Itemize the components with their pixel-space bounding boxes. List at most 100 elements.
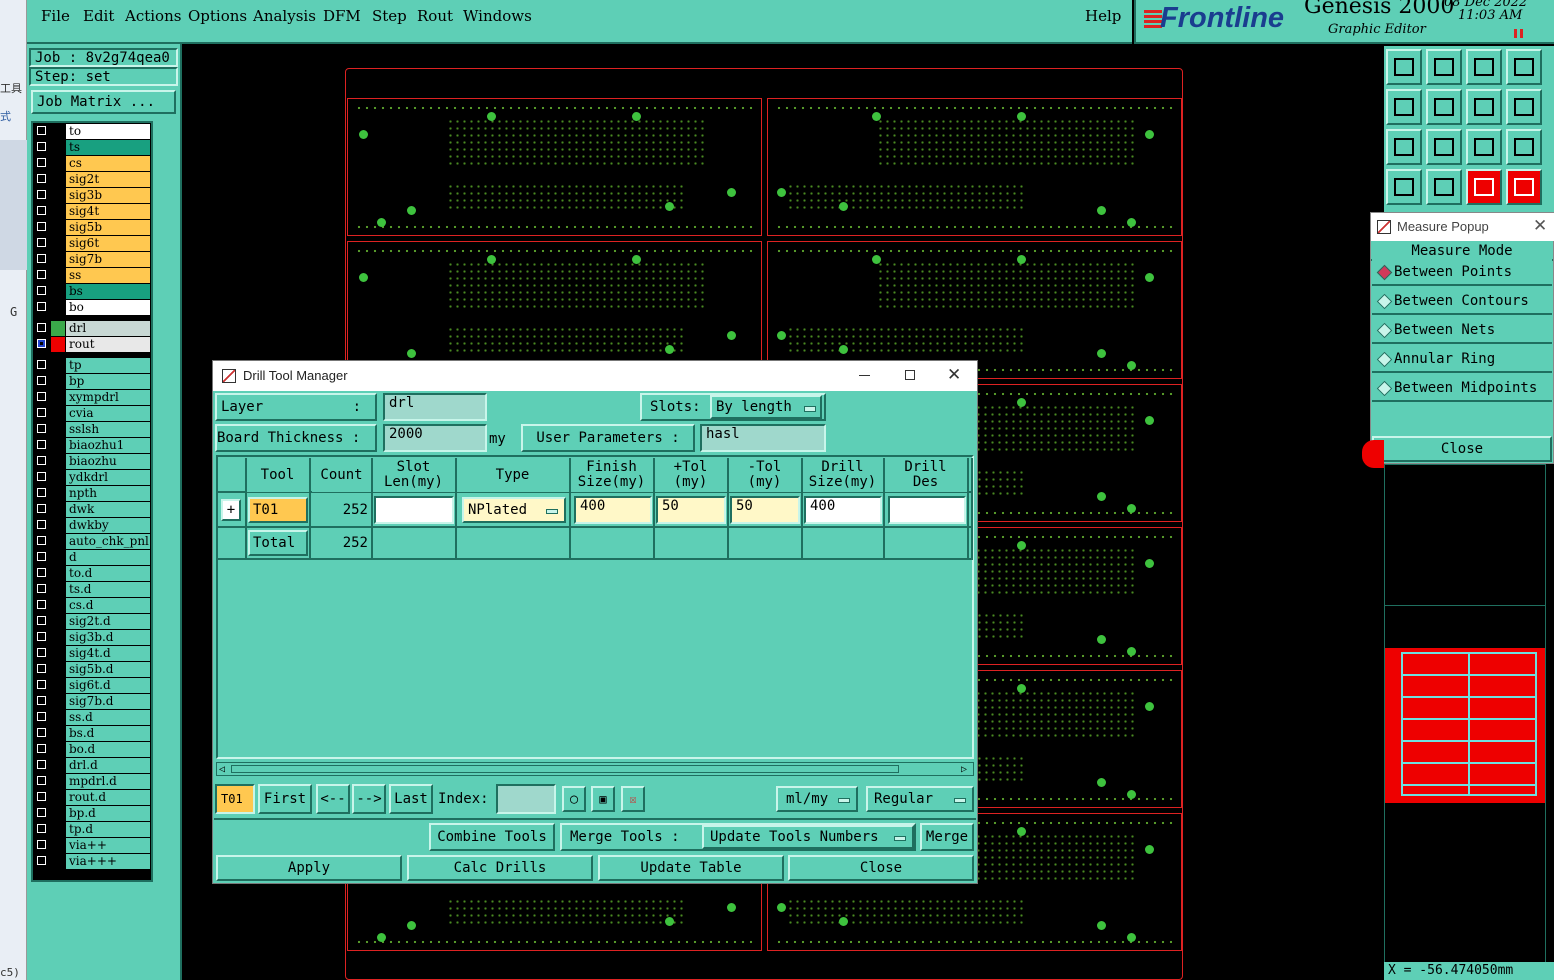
close-icon[interactable]: ✕ [947, 365, 961, 385]
layer-row[interactable]: tp [34, 358, 150, 373]
layer-checkbox[interactable] [37, 323, 46, 332]
layer-row[interactable]: sig3b.d [34, 630, 150, 645]
layer-row[interactable]: sig5b.d [34, 662, 150, 677]
layer-checkbox[interactable] [37, 206, 46, 215]
calc-drills-button[interactable]: Calc Drills [407, 855, 593, 881]
layer-checkbox[interactable] [37, 584, 46, 593]
layer-checkbox[interactable] [37, 302, 46, 311]
scroll-thumb[interactable] [231, 765, 899, 773]
layer-checkbox[interactable] [37, 568, 46, 577]
menu-file[interactable]: File [41, 7, 70, 25]
menu-analysis[interactable]: Analysis [253, 7, 316, 25]
tools-icon[interactable] [1386, 169, 1422, 205]
layer-row[interactable]: rout.d [34, 790, 150, 805]
layer-row[interactable]: sig7b [34, 252, 150, 267]
combine-tools-button[interactable]: Combine Tools [429, 823, 555, 851]
layer-row[interactable]: bp [34, 374, 150, 389]
layer-checkbox[interactable] [37, 632, 46, 641]
layer-row[interactable]: biaozhu [34, 454, 150, 469]
layer-row[interactable]: dwk [34, 502, 150, 517]
prev-button[interactable]: <-- [316, 784, 350, 814]
layer-checkbox[interactable] [37, 552, 46, 561]
layer-row[interactable]: bp.d [34, 806, 150, 821]
layer-field[interactable]: drl [383, 393, 487, 421]
layer-row[interactable]: sig2t [34, 172, 150, 187]
layer-checkbox[interactable] [37, 648, 46, 657]
net-icon[interactable] [1466, 169, 1502, 205]
layer-checkbox[interactable] [37, 456, 46, 465]
layer-checkbox[interactable] [37, 339, 46, 348]
menu-rout[interactable]: Rout [417, 7, 453, 25]
layer-row[interactable]: drl.d [34, 758, 150, 773]
layer-checkbox[interactable] [37, 270, 46, 279]
measure-option[interactable]: Between Midpoints [1372, 375, 1552, 402]
layer-row[interactable]: xympdrl [34, 390, 150, 405]
layer-row[interactable]: sig6t [34, 236, 150, 251]
layer-checkbox[interactable] [37, 728, 46, 737]
house-icon[interactable] [1466, 49, 1502, 85]
update-numbers-dropdown[interactable]: Update Tools Numbers [702, 825, 914, 849]
layer-row[interactable]: bs.d [34, 726, 150, 741]
layer-row[interactable]: ss [34, 268, 150, 283]
layer-checkbox[interactable] [37, 824, 46, 833]
layer-checkbox[interactable] [37, 696, 46, 705]
layer-checkbox[interactable] [37, 254, 46, 263]
tool-cell[interactable]: T01 [248, 497, 308, 523]
measure-close-icon[interactable]: ✕ [1533, 216, 1547, 236]
slots-dropdown[interactable]: By length [710, 395, 822, 419]
job-matrix-button[interactable]: Job Matrix ... [31, 90, 176, 114]
layer-row[interactable]: rout [34, 337, 150, 352]
edit-icon[interactable]: ▣ [591, 786, 615, 812]
layer-checkbox[interactable] [37, 600, 46, 609]
layer-checkbox[interactable] [37, 376, 46, 385]
left-icon[interactable] [1386, 89, 1422, 125]
menu-edit[interactable]: Edit [83, 7, 114, 25]
fit-icon[interactable] [1386, 129, 1422, 165]
layer-checkbox[interactable] [37, 840, 46, 849]
layer-row[interactable]: sig4t [34, 204, 150, 219]
drill-des-cell[interactable] [888, 496, 966, 524]
units-dropdown[interactable]: ml/my [776, 786, 858, 812]
layer-row[interactable]: via+++ [34, 854, 150, 869]
user-parameters-field[interactable]: hasl [700, 424, 826, 452]
bulb-icon[interactable]: ◯ [562, 786, 586, 812]
measure-close-button[interactable]: Close [1372, 436, 1552, 462]
scale-icon[interactable] [1466, 129, 1502, 165]
merge-button[interactable]: Merge [920, 823, 974, 851]
right-icon[interactable] [1426, 89, 1462, 125]
layer-row[interactable]: biaozhu1 [34, 438, 150, 453]
measure-icon[interactable] [1426, 169, 1462, 205]
user-parameters-button[interactable]: User Parameters : [521, 424, 695, 452]
layer-checkbox[interactable] [37, 808, 46, 817]
layer-row[interactable]: ss.d [34, 710, 150, 725]
layer-checkbox[interactable] [37, 360, 46, 369]
layer-row[interactable]: bo.d [34, 742, 150, 757]
layer-row[interactable]: sig4t.d [34, 646, 150, 661]
layer-row[interactable]: bo [34, 300, 150, 315]
menu-help[interactable]: Help [1085, 7, 1121, 25]
drill-size-cell[interactable]: 400 [804, 496, 882, 524]
export-icon[interactable] [1426, 49, 1462, 85]
layer-row[interactable]: sig3b [34, 188, 150, 203]
layer-checkbox[interactable] [37, 174, 46, 183]
menu-dfm[interactable]: DFM [323, 7, 361, 25]
layer-checkbox[interactable] [37, 536, 46, 545]
plus-tol-cell[interactable]: 50 [656, 496, 726, 524]
home-icon[interactable] [1386, 49, 1422, 85]
layer-checkbox[interactable] [37, 440, 46, 449]
layer-checkbox[interactable] [37, 760, 46, 769]
layer-checkbox[interactable] [37, 520, 46, 529]
minimize-icon[interactable] [859, 375, 870, 376]
type-dropdown[interactable]: NPlated [462, 497, 566, 523]
layer-row[interactable]: tp.d [34, 822, 150, 837]
mode-dropdown[interactable]: Regular [866, 786, 974, 812]
board-thickness-field[interactable]: 2000 [383, 424, 487, 452]
undo-icon[interactable] [1466, 89, 1502, 125]
layer-row[interactable]: ydkdrl [34, 470, 150, 485]
layer-checkbox[interactable] [37, 616, 46, 625]
layer-row[interactable]: mpdrl.d [34, 774, 150, 789]
layer-checkbox[interactable] [37, 792, 46, 801]
scroll-right-icon[interactable]: ▷ [961, 764, 967, 775]
menu-windows[interactable]: Windows [463, 7, 532, 25]
layer-checkbox[interactable] [37, 744, 46, 753]
